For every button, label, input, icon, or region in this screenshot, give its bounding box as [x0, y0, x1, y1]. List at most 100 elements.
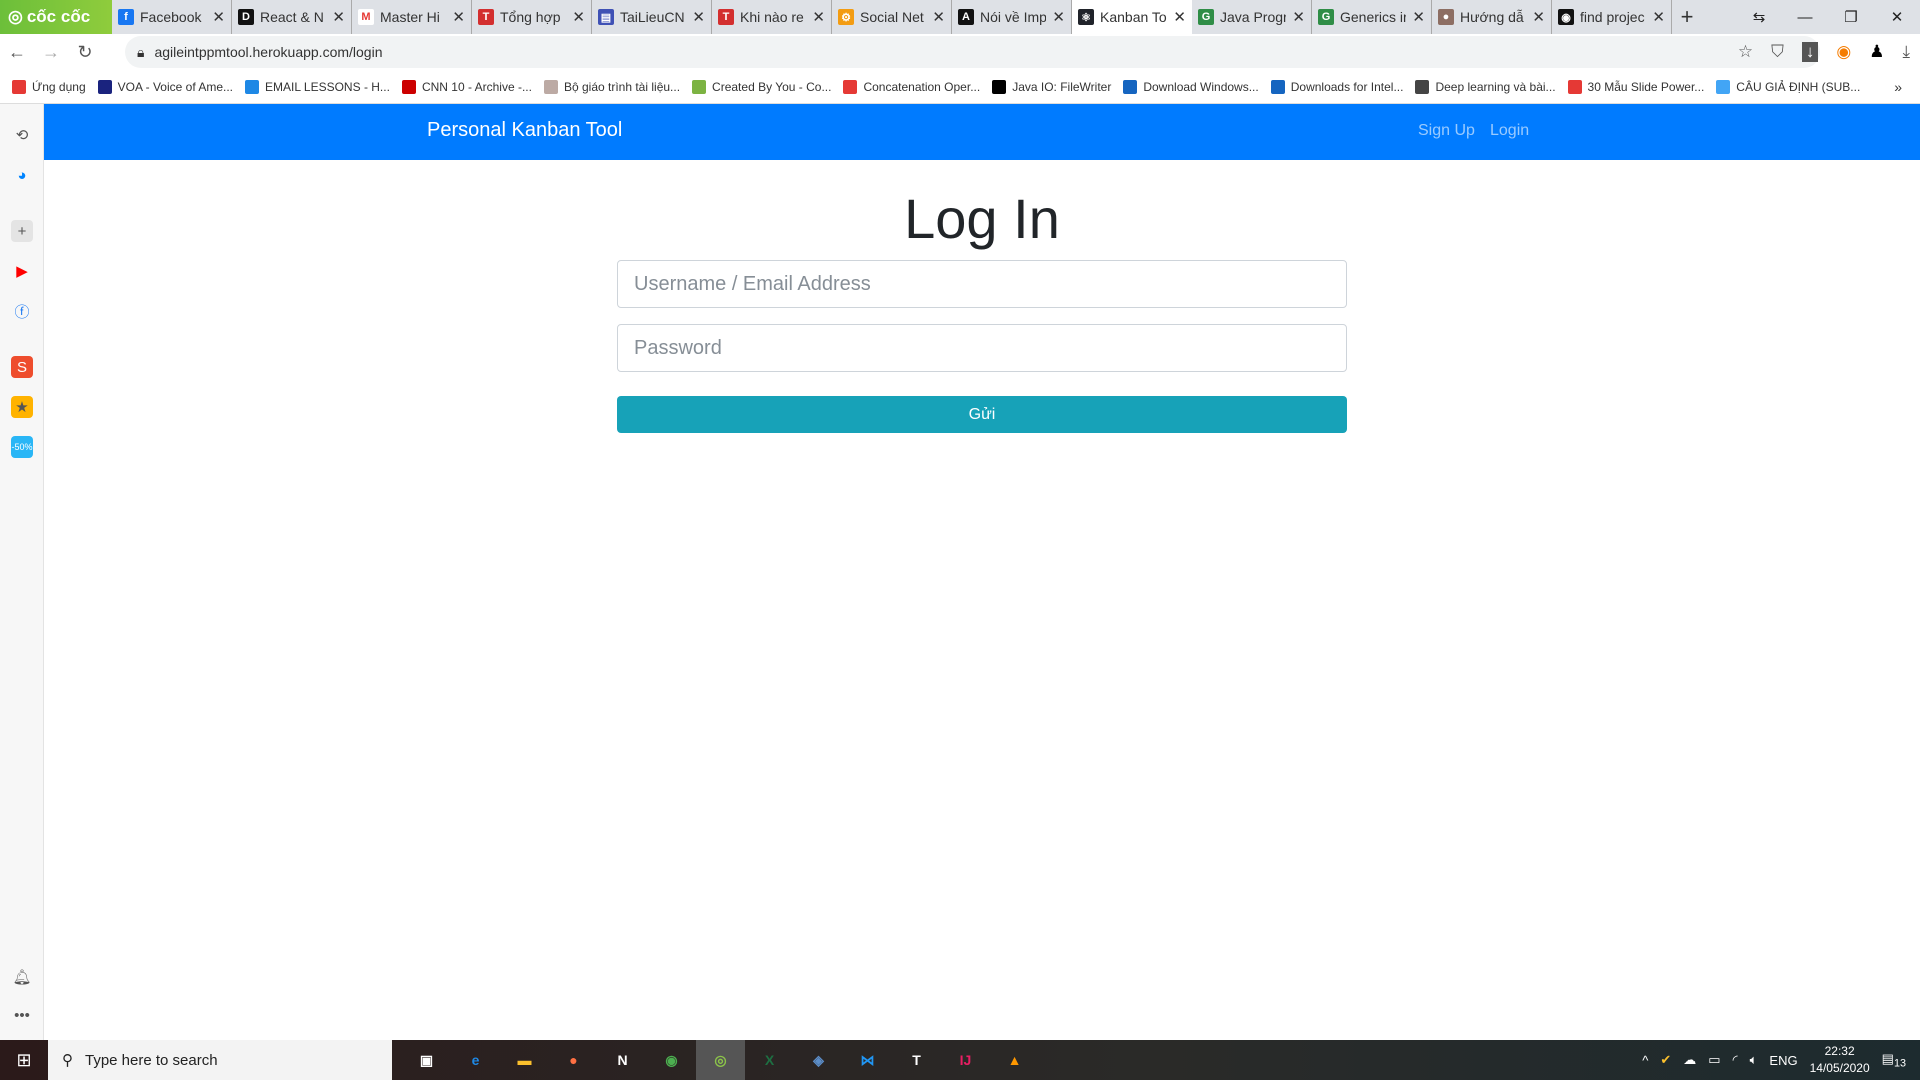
- new-tab-button[interactable]: +: [1672, 0, 1702, 34]
- history-icon[interactable]: ⟲: [11, 124, 33, 146]
- browser-tab[interactable]: ▤ TaiLieuCN ✕: [592, 0, 712, 34]
- bookmark-item[interactable]: Deep learning và bài...: [1415, 79, 1556, 94]
- password-input[interactable]: [617, 324, 1347, 372]
- browser-tab[interactable]: T Tổng hợp ✕: [472, 0, 592, 34]
- star-icon[interactable]: ☆: [1738, 42, 1753, 62]
- volume-icon[interactable]: 🔈︎: [1750, 1052, 1758, 1068]
- forward-button[interactable]: →: [34, 42, 68, 63]
- wifi-icon[interactable]: ◜: [1733, 1052, 1738, 1068]
- close-tab-icon[interactable]: ✕: [212, 8, 225, 26]
- browser-tab[interactable]: G Java Progr ✕: [1192, 0, 1312, 34]
- shopee-icon[interactable]: S: [11, 356, 33, 378]
- close-tab-icon[interactable]: ✕: [692, 8, 705, 26]
- bookmark-item[interactable]: Download Windows...: [1123, 79, 1259, 94]
- back-button[interactable]: ←: [0, 42, 34, 63]
- norton-icon[interactable]: ✔: [1660, 1052, 1671, 1068]
- shield-icon[interactable]: ⛉: [1771, 42, 1784, 62]
- close-tab-icon[interactable]: ✕: [1532, 8, 1545, 26]
- coccoc-logo[interactable]: ◎ cốc cốc: [0, 0, 112, 34]
- close-tab-icon[interactable]: ✕: [932, 8, 945, 26]
- browser-tab[interactable]: M Master Hi ✕: [352, 0, 472, 34]
- bookmark-item[interactable]: Java IO: FileWriter: [992, 79, 1111, 94]
- messenger-icon[interactable]: ◕: [11, 164, 33, 186]
- close-tab-icon[interactable]: ✕: [1412, 8, 1425, 26]
- browser-tab[interactable]: ⚛ Kanban To ✕: [1072, 0, 1192, 34]
- task-view-icon[interactable]: ▣: [402, 1040, 451, 1080]
- browser-tab[interactable]: A Nói về Imp ✕: [952, 0, 1072, 34]
- url-text[interactable]: agileintppmtool.herokuapp.com/login: [154, 44, 382, 60]
- more-icon[interactable]: •••: [11, 1004, 33, 1026]
- excel-icon[interactable]: X: [745, 1040, 794, 1080]
- youtube-icon[interactable]: ▶: [11, 260, 33, 282]
- chrome-icon[interactable]: ◉: [647, 1040, 696, 1080]
- add-icon[interactable]: +: [11, 220, 33, 242]
- browser-tab[interactable]: f Facebook ✕: [112, 0, 232, 34]
- browser-tab[interactable]: G Generics ir ✕: [1312, 0, 1432, 34]
- language-indicator[interactable]: ENG: [1769, 1053, 1797, 1068]
- game-icon[interactable]: ★: [11, 396, 33, 418]
- vscode-icon[interactable]: ⋈: [843, 1040, 892, 1080]
- close-tab-icon[interactable]: ✕: [812, 8, 825, 26]
- battery-icon[interactable]: ▭: [1708, 1052, 1720, 1068]
- notion-icon[interactable]: N: [598, 1040, 647, 1080]
- restore-button[interactable]: ❐: [1828, 0, 1874, 34]
- bookmark-item[interactable]: Created By You - Co...: [692, 79, 831, 94]
- bookmark-item[interactable]: Concatenation Oper...: [843, 79, 980, 94]
- bookmark-item[interactable]: 30 Mẫu Slide Power...: [1567, 79, 1704, 94]
- edge-icon[interactable]: e: [451, 1040, 500, 1080]
- intellij-icon[interactable]: IJ: [941, 1040, 990, 1080]
- more-bookmarks-icon[interactable]: »: [1894, 79, 1902, 95]
- username-input[interactable]: [617, 260, 1347, 308]
- tab-title: React & N: [260, 9, 324, 25]
- onedrive-icon[interactable]: ☁: [1683, 1052, 1696, 1068]
- close-tab-icon[interactable]: ✕: [572, 8, 585, 26]
- taskbar-search[interactable]: ⚲ Type here to search: [48, 1040, 392, 1080]
- browser-tab[interactable]: ⚙ Social Net ✕: [832, 0, 952, 34]
- close-window-button[interactable]: ✕: [1874, 0, 1920, 34]
- close-tab-icon[interactable]: ✕: [1173, 8, 1186, 26]
- download-ext-icon[interactable]: ↓: [1801, 42, 1819, 62]
- bookmark-item[interactable]: Downloads for Intel...: [1270, 79, 1403, 94]
- downloads-icon[interactable]: ⤓: [1902, 42, 1910, 62]
- extension-icon[interactable]: ◉: [1836, 42, 1851, 62]
- bookmark-item[interactable]: CNN 10 - Archive -...: [401, 79, 532, 94]
- signup-link[interactable]: Sign Up: [1418, 122, 1475, 140]
- tab-search-icon[interactable]: ⇆: [1736, 0, 1782, 34]
- sale-icon[interactable]: -50%: [11, 436, 33, 458]
- firefox-icon[interactable]: ●: [549, 1040, 598, 1080]
- vlc-icon[interactable]: ▲: [990, 1040, 1039, 1080]
- profile-icon[interactable]: ♟: [1869, 42, 1884, 62]
- browser-tab[interactable]: T Khi nào re ✕: [712, 0, 832, 34]
- notification-center-icon[interactable]: ▤13: [1882, 1051, 1906, 1070]
- bookmark-item[interactable]: Ứng dụng: [12, 79, 86, 94]
- file-explorer-icon[interactable]: ▬: [500, 1040, 549, 1080]
- bookmark-item[interactable]: VOA - Voice of Ame...: [97, 79, 233, 94]
- mysql-workbench-icon[interactable]: ◈: [794, 1040, 843, 1080]
- browser-tab[interactable]: ● Hướng dẫ ✕: [1432, 0, 1552, 34]
- bookmark-item[interactable]: CÂU GIẢ ĐỊNH (SUB...: [1716, 79, 1860, 94]
- brand-link[interactable]: Personal Kanban Tool: [427, 119, 622, 142]
- tab-title: Master Hi: [380, 9, 440, 25]
- address-bar[interactable]: 🔒︎ agileintppmtool.herokuapp.com/login: [125, 36, 1820, 68]
- close-tab-icon[interactable]: ✕: [1652, 8, 1665, 26]
- bookmarks-bar: Ứng dụng VOA - Voice of Ame... EMAIL LESSO…: [0, 70, 1920, 104]
- browser-tab[interactable]: D React & N ✕: [232, 0, 352, 34]
- browser-tab[interactable]: ◉ find projec ✕: [1552, 0, 1672, 34]
- bookmark-item[interactable]: Bộ giáo trình tài liệu...: [543, 79, 680, 94]
- minimize-button[interactable]: —: [1782, 0, 1828, 34]
- facebook-icon[interactable]: ⓕ: [11, 300, 33, 322]
- windows-start-icon[interactable]: ⊞: [0, 1050, 48, 1071]
- reload-button[interactable]: ↻: [68, 42, 102, 63]
- login-link[interactable]: Login: [1490, 122, 1529, 140]
- coccoc-taskbar-icon[interactable]: ◎: [696, 1040, 745, 1080]
- bell-icon[interactable]: 🔔︎: [11, 966, 33, 988]
- close-tab-icon[interactable]: ✕: [1292, 8, 1305, 26]
- close-tab-icon[interactable]: ✕: [1052, 8, 1065, 26]
- submit-button[interactable]: Gửi: [617, 396, 1347, 433]
- close-tab-icon[interactable]: ✕: [332, 8, 345, 26]
- clock[interactable]: 22:32 14/05/2020: [1810, 1043, 1870, 1077]
- tray-expand-icon[interactable]: ^: [1642, 1053, 1648, 1068]
- typora-icon[interactable]: T: [892, 1040, 941, 1080]
- bookmark-item[interactable]: EMAIL LESSONS - H...: [245, 79, 390, 94]
- close-tab-icon[interactable]: ✕: [452, 8, 465, 26]
